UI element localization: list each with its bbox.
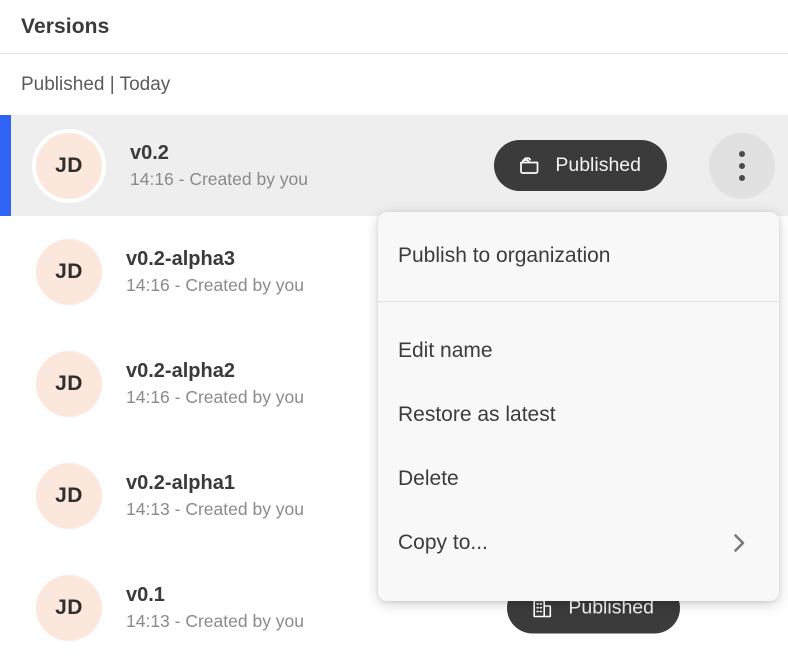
menu-item-edit-name[interactable]: Edit name <box>378 319 779 383</box>
menu-item-label: Delete <box>398 467 459 491</box>
avatar: JD <box>32 129 106 203</box>
avatar: JD <box>36 351 102 417</box>
menu-item-delete[interactable]: Delete <box>378 447 779 511</box>
kebab-dot <box>739 151 745 157</box>
panel-header: Versions <box>0 0 788 54</box>
menu-item-label: Publish to organization <box>398 244 610 268</box>
version-group-label: Published | Today <box>21 74 170 96</box>
avatar-initials: JD <box>55 372 83 396</box>
avatar-initials: JD <box>55 154 83 178</box>
version-row-actions: Published <box>494 133 775 199</box>
avatar-initials: JD <box>55 260 83 284</box>
context-menu-section: Edit name Restore as latest Delete Copy … <box>378 301 779 601</box>
menu-item-publish-to-organization[interactable]: Publish to organization <box>378 224 779 288</box>
kebab-dot <box>739 175 745 181</box>
chevron-right-icon <box>728 529 750 557</box>
version-group-header: Published | Today <box>0 55 788 115</box>
avatar-initials: JD <box>55 484 83 508</box>
version-subtitle: 14:16 - Created by you <box>130 169 430 189</box>
published-badge: Published <box>494 140 667 191</box>
menu-item-label: Edit name <box>398 339 493 363</box>
menu-item-restore-as-latest[interactable]: Restore as latest <box>378 383 779 447</box>
avatar: JD <box>36 575 102 641</box>
menu-item-label: Restore as latest <box>398 403 556 427</box>
folder-icon <box>518 154 542 178</box>
kebab-dot <box>739 163 745 169</box>
menu-item-copy-to[interactable]: Copy to... <box>378 511 779 575</box>
versions-panel: Versions Published | Today JD v0.2 14:16… <box>0 0 788 670</box>
page-title: Versions <box>21 15 109 39</box>
avatar-initials: JD <box>55 596 83 620</box>
avatar: JD <box>36 239 102 305</box>
avatar: JD <box>36 463 102 529</box>
version-subtitle: 14:13 - Created by you <box>126 611 426 631</box>
version-meta: v0.2 14:16 - Created by you <box>130 142 430 189</box>
version-list-item[interactable]: JD v0.2 14:16 - Created by you Published <box>0 115 788 216</box>
more-options-button[interactable] <box>709 133 775 199</box>
context-menu-section: Publish to organization <box>378 212 779 301</box>
published-badge-label: Published <box>555 154 641 177</box>
context-menu: Publish to organization Edit name Restor… <box>378 212 779 601</box>
selection-indicator <box>0 115 11 216</box>
version-name: v0.2 <box>130 142 430 165</box>
menu-item-label: Copy to... <box>398 531 488 555</box>
